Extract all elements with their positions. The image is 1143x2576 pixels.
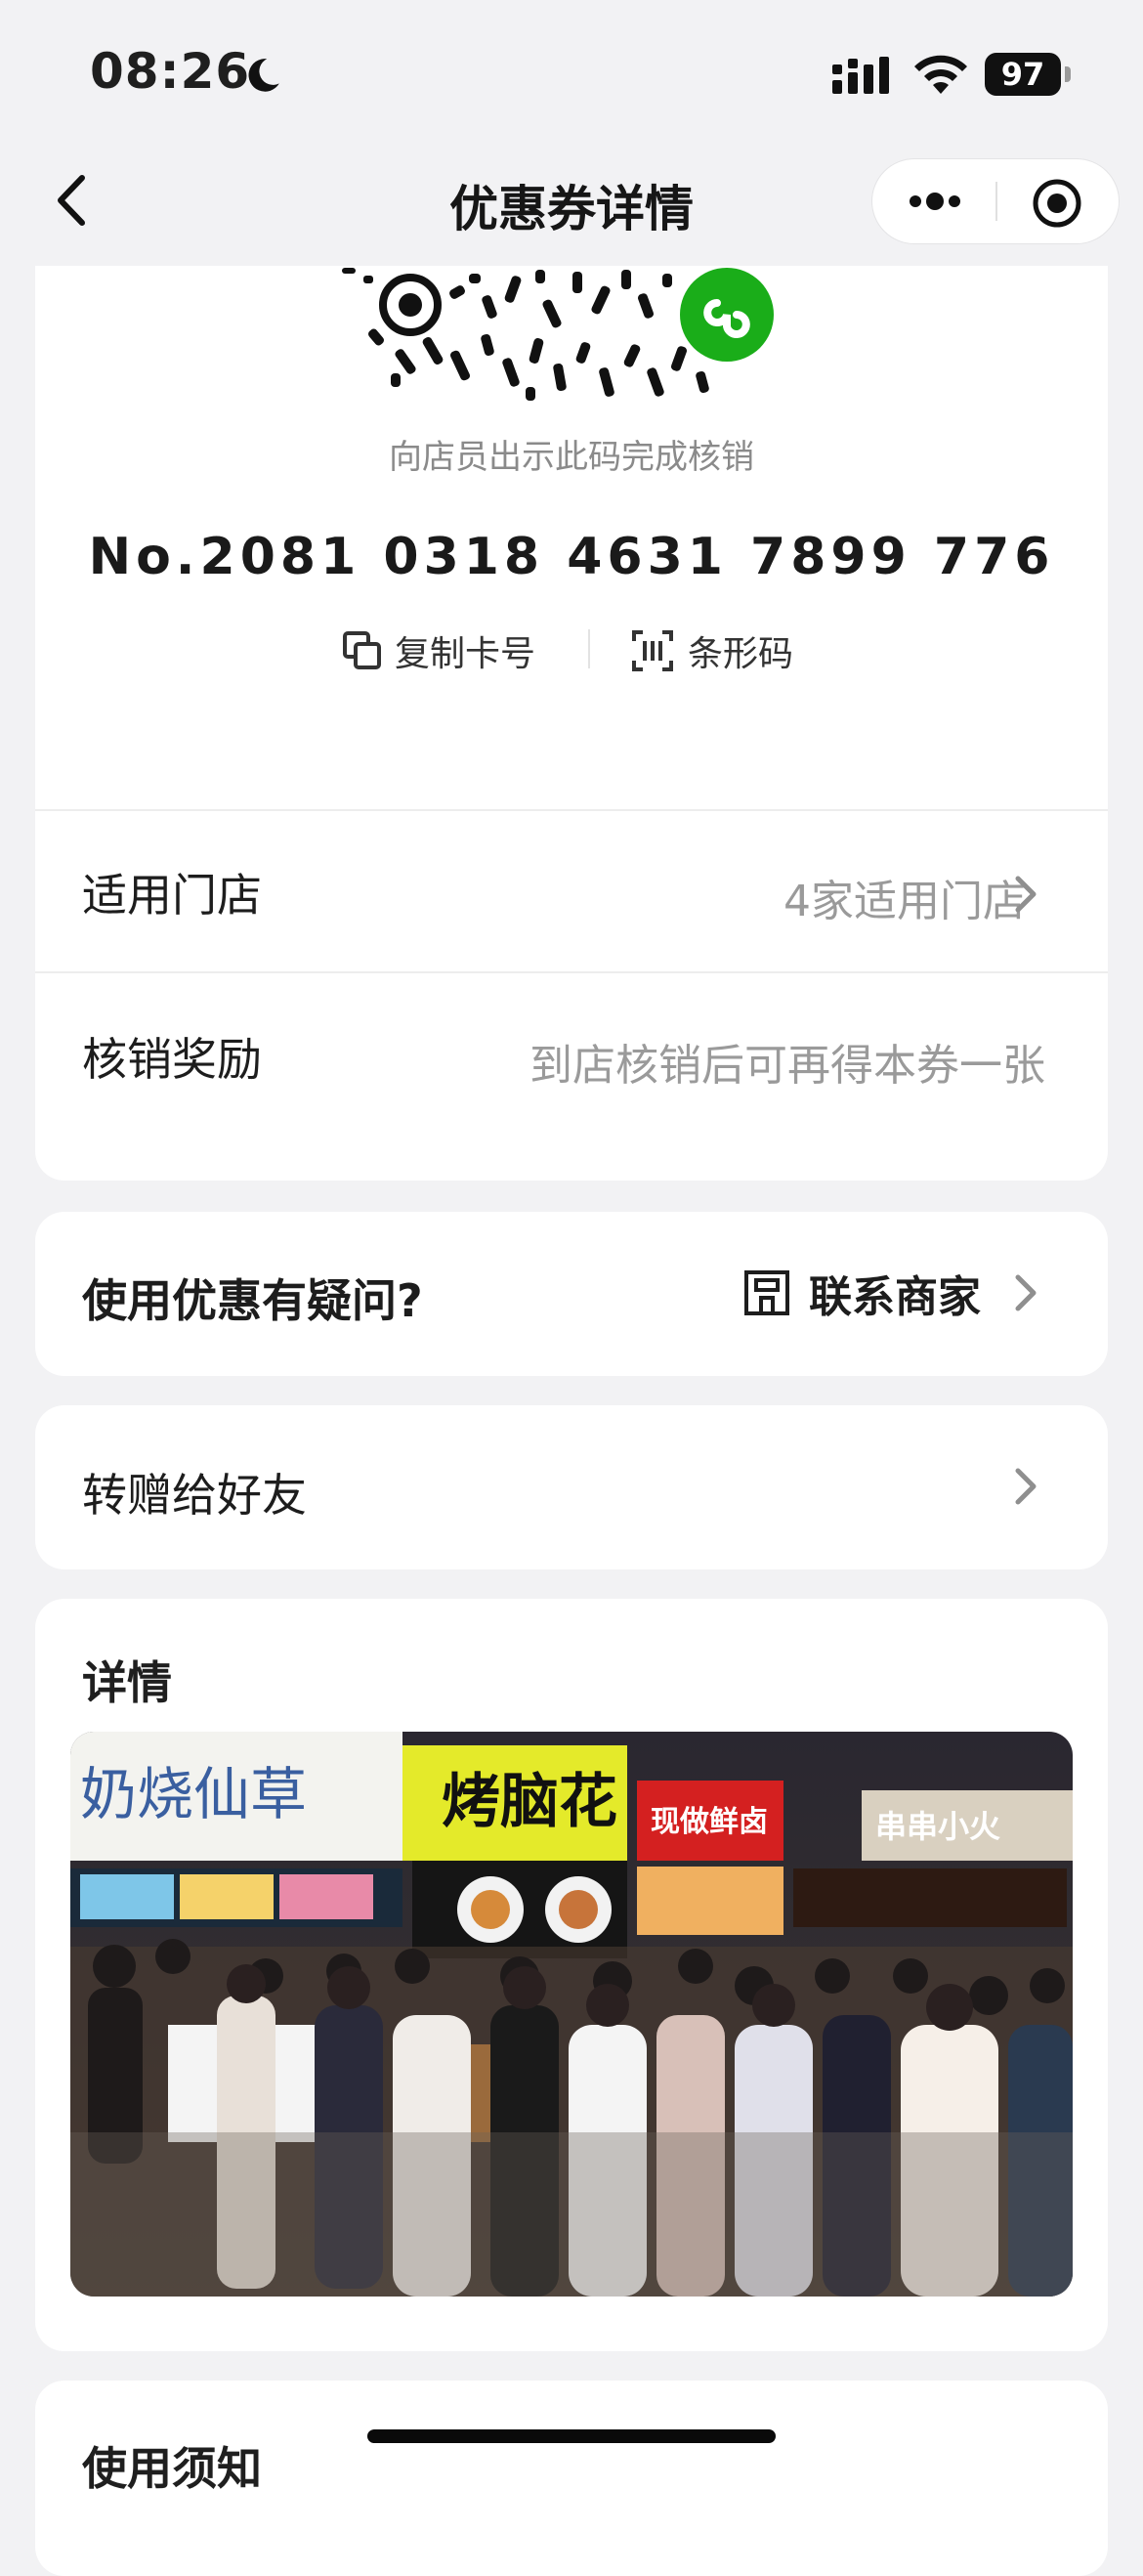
- contact-label: 联系商家: [809, 1272, 981, 1322]
- chevron-right-icon[interactable]: [1012, 873, 1041, 916]
- sign-text-3: 现做鲜卤: [651, 1805, 768, 1839]
- card-number: No.2081 0318 4631 7899 776: [88, 528, 1055, 586]
- qr-hint: 向店员出示此码完成核销: [389, 438, 754, 477]
- contact-merchant-button[interactable]: 联系商家: [742, 1261, 981, 1325]
- copy-card-number-button[interactable]: 复制卡号: [342, 622, 535, 680]
- reward-row-value: 到店核销后可再得本券一张: [529, 1041, 1045, 1091]
- reward-row-label: 核销奖励: [82, 1033, 262, 1086]
- gift-label: 转赠给好友: [82, 1469, 307, 1522]
- copy-icon: [343, 631, 381, 669]
- chevron-right-icon[interactable]: [1012, 1271, 1041, 1314]
- status-time: 08:26: [90, 43, 251, 100]
- moon-icon: [248, 59, 279, 92]
- barcode-icon: [632, 630, 673, 671]
- stores-row-label[interactable]: 适用门店: [82, 860, 262, 924]
- signal-icon: [832, 57, 889, 94]
- row-divider: [35, 971, 1108, 973]
- chevron-right-icon[interactable]: [1012, 1465, 1041, 1508]
- store-icon: [744, 1270, 789, 1315]
- more-dots-icon[interactable]: [901, 182, 969, 221]
- row-divider: [35, 809, 1108, 811]
- storefront-photo[interactable]: 奶烧仙草 烤脑花 现做鲜卤 串串小火: [70, 1732, 1073, 2297]
- sign-text-4: 串串小火: [875, 1808, 1000, 1845]
- barcode-button[interactable]: 条形码: [631, 622, 793, 680]
- question-label: 使用优惠有疑问?: [82, 1274, 423, 1327]
- copy-label: 复制卡号: [395, 634, 536, 674]
- target-close-icon[interactable]: [1030, 176, 1084, 231]
- miniprogram-code[interactable]: [303, 266, 801, 403]
- home-indicator[interactable]: [367, 2429, 776, 2443]
- action-divider: [588, 629, 590, 668]
- sign-text-2: 烤脑花: [442, 1768, 617, 1836]
- barcode-label: 条形码: [688, 634, 794, 674]
- battery-level: 97: [985, 53, 1061, 96]
- capsule-divider: [995, 182, 997, 221]
- notice-title: 使用须知: [82, 2442, 262, 2495]
- sign-text-1: 奶烧仙草: [80, 1761, 307, 1827]
- battery-tip: [1065, 66, 1071, 82]
- details-title: 详情: [82, 1656, 172, 1709]
- stores-row-value[interactable]: 4家适用门店: [713, 866, 1026, 928]
- wifi-icon: [914, 55, 967, 94]
